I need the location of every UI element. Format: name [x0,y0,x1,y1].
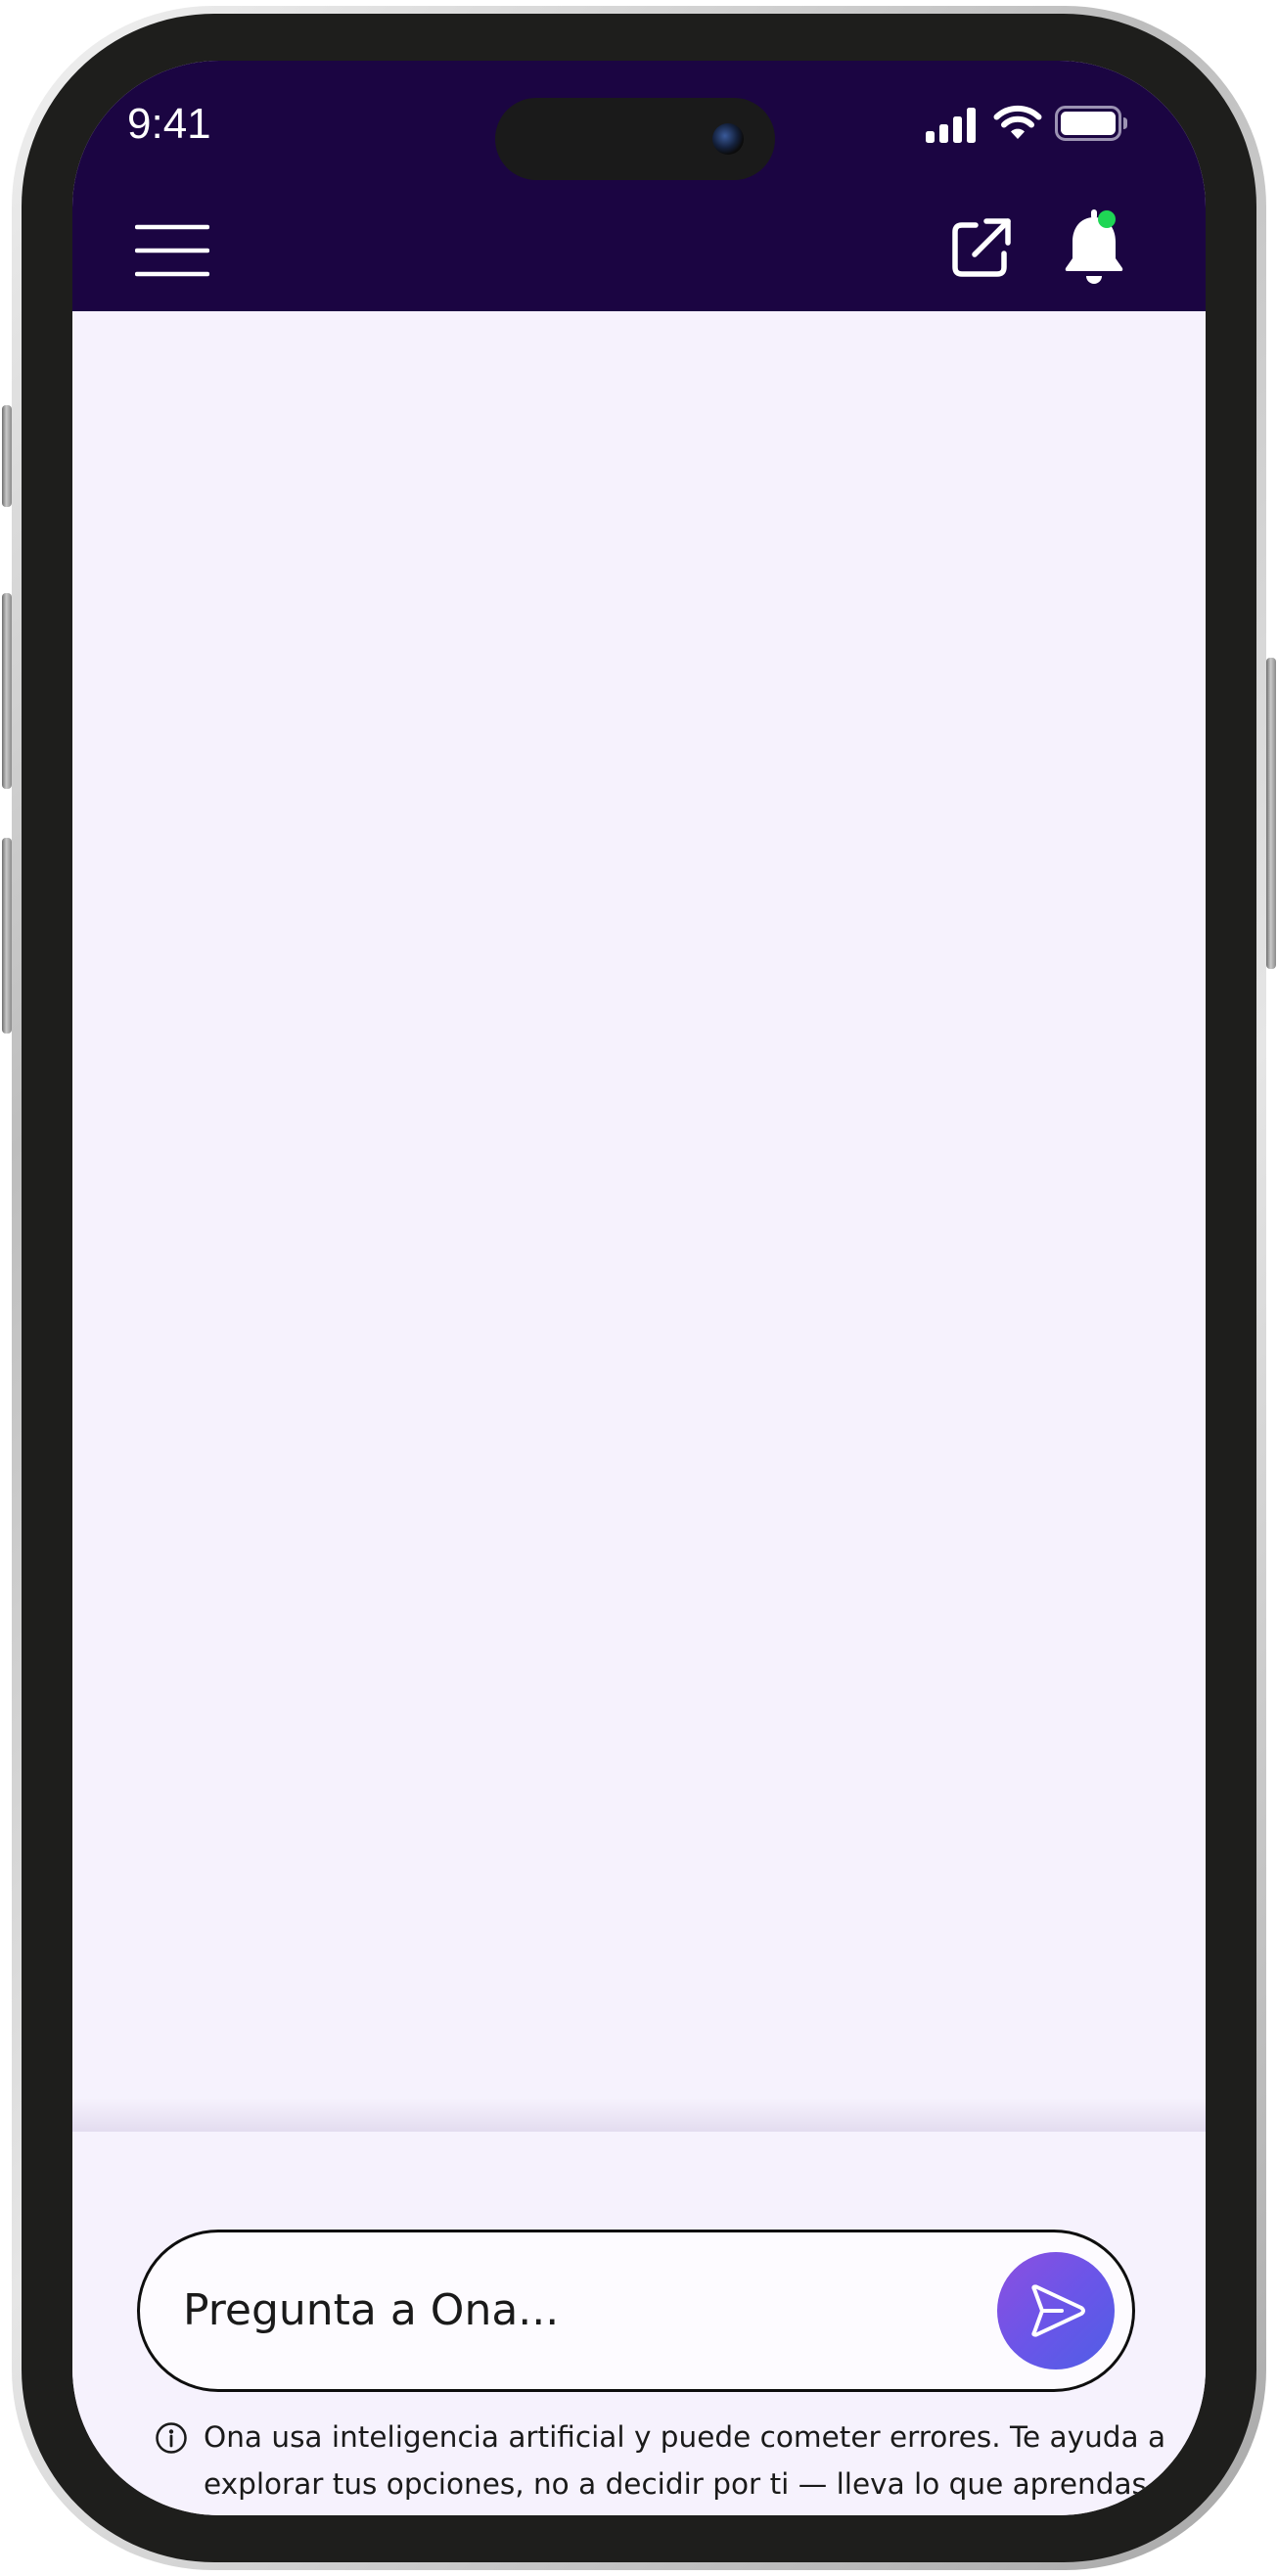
info-icon [156,2422,187,2454]
chat-composer: Ona usa inteligencia artificial y puede … [72,2098,1206,2515]
chat-messages-area [72,311,1206,2132]
send-button[interactable] [997,2252,1115,2369]
disclaimer-text: Ona usa inteligencia artificial y puede … [204,2420,1166,2515]
wifi-icon [993,105,1042,139]
power-button [1266,658,1276,969]
phone-screen: 9:41 Pregunta a Ona... Ona usa inteligen… [72,61,1206,2515]
volume-down-button [2,838,12,1034]
volume-up-button [2,593,12,789]
action-button [2,405,12,507]
app-header: 9:41 [72,61,1206,311]
notification-badge [1098,210,1116,228]
hamburger-menu-icon[interactable] [135,223,209,278]
dynamic-island [495,98,775,180]
external-link-icon[interactable] [949,215,1014,280]
chat-input[interactable] [183,2276,946,2344]
status-time: 9:41 [127,100,211,148]
bell-icon[interactable] [1063,209,1125,288]
send-icon [1031,2284,1085,2337]
battery-icon [1055,106,1127,141]
chat-input-container[interactable] [137,2230,1135,2392]
front-camera-icon [712,123,744,155]
cellular-signal-icon [926,108,976,143]
